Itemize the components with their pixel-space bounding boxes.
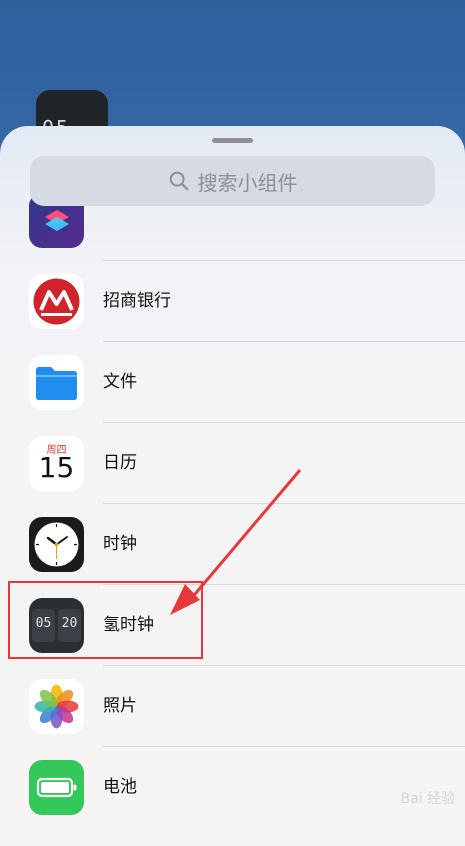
watermark: Bai 经验 <box>400 791 455 807</box>
search-placeholder: 搜索小组件 <box>197 170 298 195</box>
list-item-battery[interactable]: 电池 <box>0 747 465 828</box>
app-list: 快捷指令 招商银行 文件 <box>0 126 465 826</box>
annotation-highlight-box <box>8 581 203 659</box>
battery-icon <box>29 760 84 815</box>
search-icon <box>169 171 188 191</box>
app-label: 日历 <box>103 453 137 473</box>
calendar-day: 15 <box>38 451 75 484</box>
list-item-calendar[interactable]: 周四 15 日历 <box>0 423 465 504</box>
photos-icon <box>29 679 84 734</box>
app-label: 时钟 <box>103 534 137 554</box>
app-label: 照片 <box>103 696 137 716</box>
app-label: 招商银行 <box>103 291 171 311</box>
app-label: 文件 <box>103 372 137 392</box>
cmb-bank-icon <box>29 274 84 329</box>
calendar-icon: 周四 15 <box>29 436 84 491</box>
files-folder-icon <box>29 355 84 410</box>
widget-picker-sheet: 搜索小组件 快捷指令 招商银行 <box>0 126 465 846</box>
list-item-clock[interactable]: 时钟 <box>0 504 465 585</box>
search-widgets-field[interactable]: 搜索小组件 <box>30 156 435 206</box>
app-label: 电池 <box>103 777 137 797</box>
list-item-cmb[interactable]: 招商银行 <box>0 261 465 342</box>
list-item-photos[interactable]: 照片 <box>0 666 465 747</box>
list-item-files[interactable]: 文件 <box>0 342 465 423</box>
clock-icon <box>29 517 84 572</box>
